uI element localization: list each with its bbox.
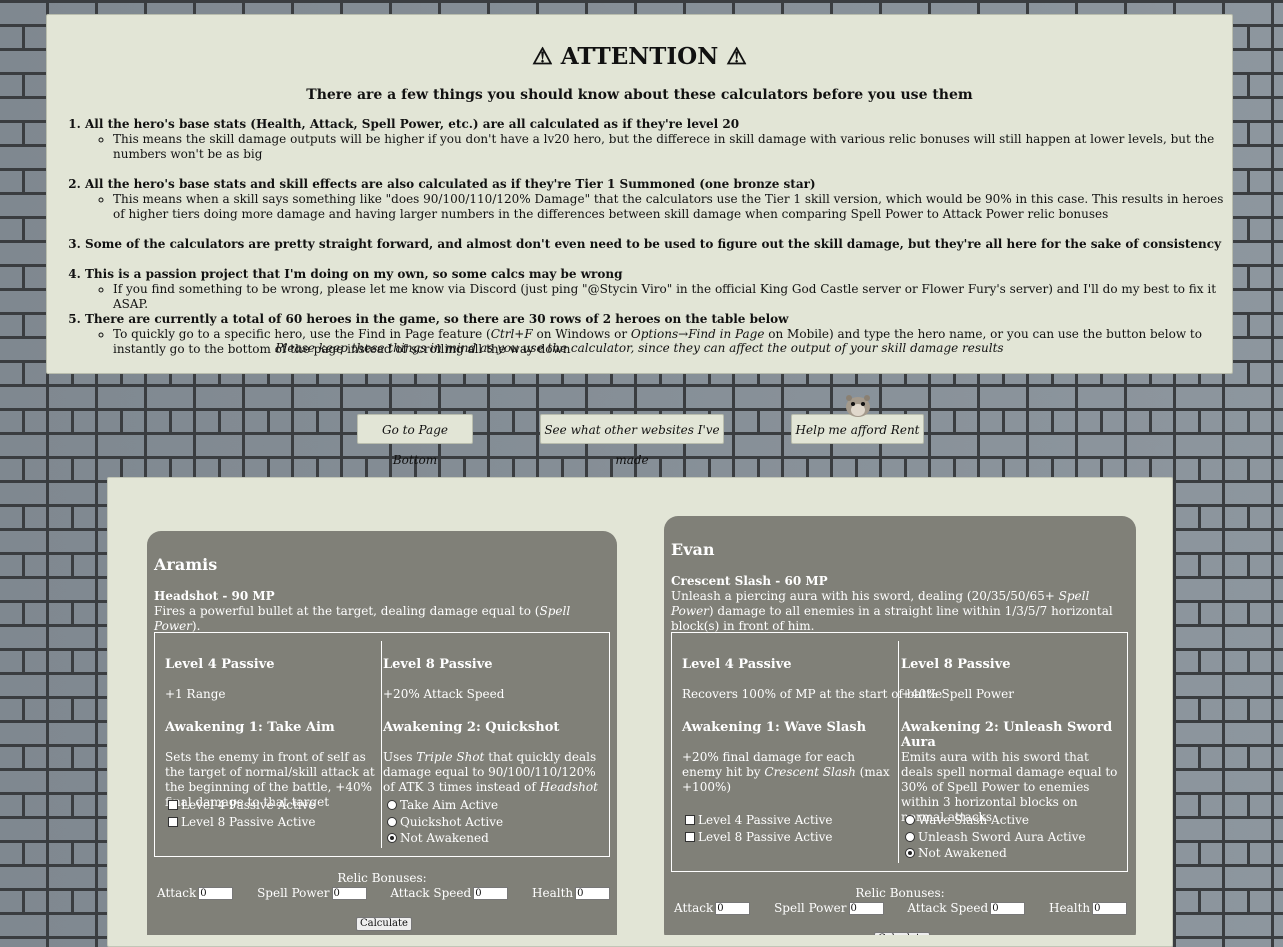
health-input[interactable]: 0: [1092, 902, 1128, 915]
radio-icon: [905, 815, 915, 825]
notice-item: All the hero's base stats and skill effe…: [85, 177, 1235, 222]
grid-divider: [898, 641, 899, 863]
relic-bonuses-heading: Relic Bonuses:: [855, 886, 945, 900]
attack-speed-input[interactable]: 0: [473, 887, 509, 900]
hero-name: Evan: [671, 540, 715, 559]
notice-item: Some of the calculators are pretty strai…: [85, 237, 1235, 252]
notice-subitem: This means the skill damage outputs will…: [113, 132, 1235, 162]
attack-speed-input[interactable]: 0: [990, 902, 1026, 915]
checkbox-icon: [685, 815, 695, 825]
grid-divider: [381, 641, 382, 848]
lv8-title: Level 8 Passive: [383, 657, 493, 672]
radio-icon: [387, 817, 397, 827]
calculate-button[interactable]: Calculate: [356, 917, 412, 931]
passives-grid: Level 4 Passive +1 Range Level 8 Passive…: [154, 632, 610, 857]
checkbox-icon: [168, 817, 178, 827]
skill-description: Unleash a piercing aura with his sword, …: [671, 589, 1113, 633]
take-aim-radio[interactable]: Take Aim Active: [387, 797, 498, 813]
lv4-passive-checkbox[interactable]: Level 4 Passive Active: [685, 812, 833, 828]
lv4-title: Level 4 Passive: [165, 657, 275, 672]
wave-slash-radio[interactable]: Wave Slash Active: [905, 812, 1029, 828]
notice-subitem: This means when a skill says something l…: [113, 192, 1235, 222]
awakening2-title: Awakening 2: Quickshot: [383, 720, 560, 735]
notice-subitem: If you find something to be wrong, pleas…: [113, 282, 1235, 312]
lv4-title: Level 4 Passive: [682, 657, 792, 672]
unleash-sword-aura-radio[interactable]: Unleash Sword Aura Active: [905, 829, 1086, 845]
not-awakened-radio[interactable]: Not Awakened: [387, 830, 489, 846]
relic-bonuses-heading: Relic Bonuses:: [337, 871, 427, 885]
attack-input[interactable]: 0: [198, 887, 234, 900]
checkbox-icon: [168, 800, 178, 810]
notice-item: All the hero's base stats (Health, Attac…: [85, 117, 1235, 162]
aramis-info-box: Aramis Headshot - 90 MP Fires a powerful…: [147, 531, 617, 935]
radio-selected-icon: [387, 833, 397, 843]
lv8-text: +40% Spell Power: [901, 687, 1014, 701]
attack-input[interactable]: 0: [715, 902, 751, 915]
lv8-passive-checkbox[interactable]: Level 8 Passive Active: [168, 814, 316, 830]
other-websites-button[interactable]: See what other websites I've made: [540, 414, 724, 467]
lv8-title: Level 8 Passive: [901, 657, 1011, 672]
lv8-passive-checkbox[interactable]: Level 8 Passive Active: [685, 829, 833, 845]
hero-name: Aramis: [154, 555, 218, 574]
notice-title: ⚠ ATTENTION ⚠: [532, 43, 747, 70]
notice-list: All the hero's base stats (Health, Attac…: [73, 117, 1235, 357]
afford-rent-button[interactable]: Help me afford Rent: [791, 414, 924, 444]
checkbox-icon: [685, 832, 695, 842]
awakening2-text: Uses Triple Shot that quickly deals dama…: [383, 750, 598, 794]
skill-title: Crescent Slash - 60 MP: [671, 574, 828, 588]
awakening2-title: Awakening 2: Unleash Sword Aura: [901, 720, 1113, 750]
lv4-passive-checkbox[interactable]: Level 4 Passive Active: [168, 797, 316, 813]
radio-selected-icon: [905, 848, 915, 858]
awakening1-text: +20% final damage for each enemy hit by …: [682, 750, 890, 794]
relic-inputs-row: Attack 0 Spell Power 0 Attack Speed 0 Healt…: [664, 901, 1136, 915]
notice-subtitle: There are a few things you should know a…: [306, 87, 973, 103]
radio-icon: [905, 832, 915, 842]
evan-info-box: Evan Crescent Slash - 60 MP Unleash a pi…: [664, 516, 1136, 935]
attention-notice: ⚠ ATTENTION ⚠ There are a few things you…: [46, 14, 1233, 374]
lv4-text: +1 Range: [165, 687, 226, 701]
hamster-icon: [846, 395, 870, 417]
passives-grid: Level 4 Passive Recovers 100% of MP at t…: [671, 632, 1128, 872]
skill-title: Headshot - 90 MP: [154, 589, 275, 603]
lv8-text: +20% Attack Speed: [383, 687, 505, 701]
not-awakened-radio[interactable]: Not Awakened: [905, 845, 1007, 861]
skill-description: Fires a powerful bullet at the target, d…: [154, 604, 571, 633]
spell-power-input[interactable]: 0: [331, 887, 367, 900]
notice-footer: Please keep these things in mind as you …: [275, 341, 1004, 355]
awakening1-title: Awakening 1: Wave Slash: [682, 720, 867, 735]
go-to-bottom-button[interactable]: Go to Page Bottom: [357, 414, 473, 467]
awakening1-title: Awakening 1: Take Aim: [165, 720, 335, 735]
radio-icon: [387, 800, 397, 810]
quickshot-radio[interactable]: Quickshot Active: [387, 814, 503, 830]
spell-power-input[interactable]: 0: [848, 902, 884, 915]
hero-card-evan: Evan Crescent Slash - 60 MP Unleash a pi…: [656, 507, 1144, 936]
relic-inputs-row: Attack 0 Spell Power 0 Attack Speed 0 Healt…: [147, 886, 617, 900]
hero-card-aramis: Aramis Headshot - 90 MP Fires a powerful…: [137, 508, 626, 936]
health-input[interactable]: 0: [575, 887, 611, 900]
notice-item: This is a passion project that I'm doing…: [85, 267, 1235, 312]
